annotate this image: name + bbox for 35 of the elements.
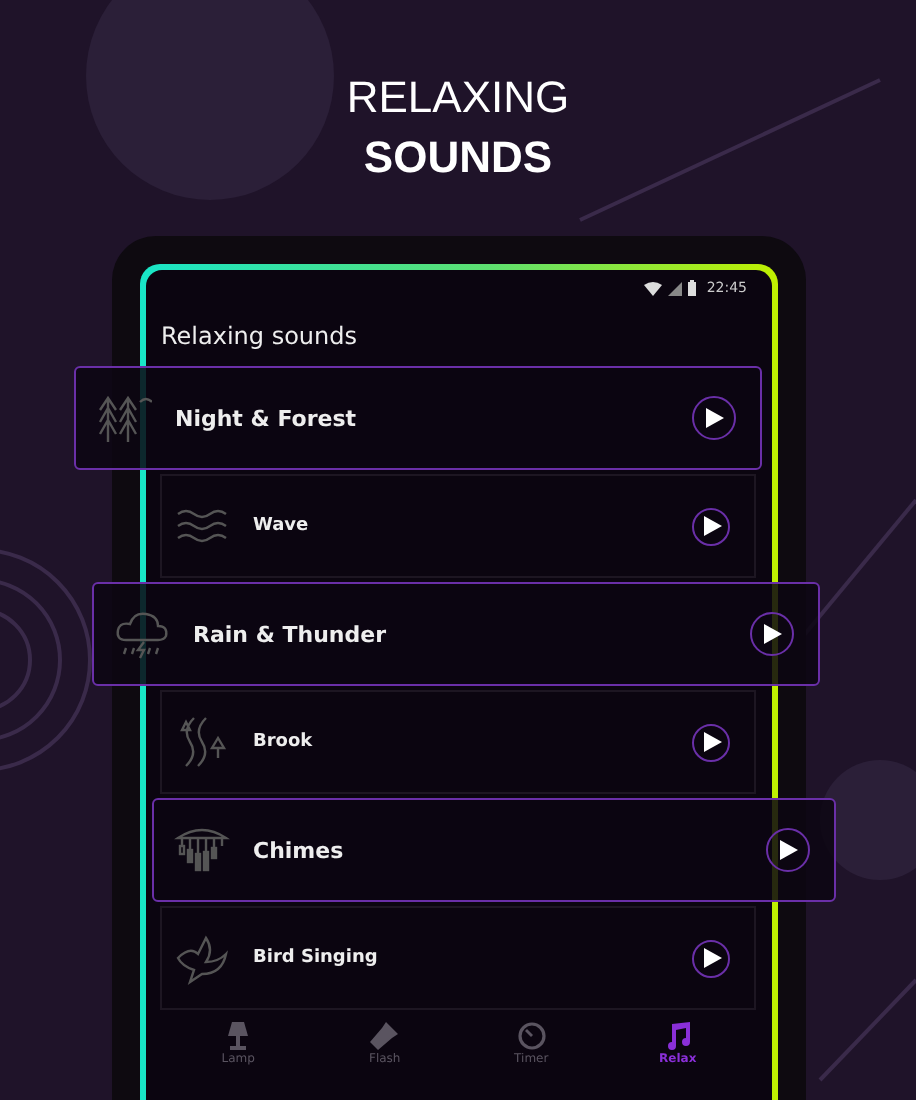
sound-card[interactable]: Wave [159, 474, 755, 578]
play-button[interactable] [749, 612, 793, 656]
sound-name: Chimes [253, 837, 346, 863]
sound-name: Night & Forest [175, 405, 359, 431]
play-button[interactable] [765, 828, 809, 872]
sound-name: Brook [253, 732, 315, 752]
sound-card[interactable]: Bird Singing [159, 906, 755, 1010]
screen-title: Relaxing sounds [159, 320, 360, 354]
bird-icon [173, 930, 229, 986]
play-icon [764, 624, 782, 644]
decor-line [818, 978, 916, 1082]
headline-text: SOUNDS [363, 130, 553, 186]
play-button[interactable] [691, 723, 729, 761]
play-button[interactable] [691, 396, 735, 440]
play-icon [706, 408, 724, 428]
play-icon [703, 948, 721, 968]
music-note-icon [663, 1022, 692, 1050]
signal-icon [668, 281, 683, 295]
sound-name: Wave [253, 516, 311, 536]
play-icon [703, 516, 721, 536]
play-button[interactable] [691, 939, 729, 977]
sound-card[interactable]: Chimes [151, 798, 835, 902]
sound-card[interactable]: Night & Forest [73, 366, 761, 470]
sound-name: Rain & Thunder [193, 621, 389, 647]
sound-card[interactable]: Rain & Thunder [91, 582, 819, 686]
wifi-icon [644, 281, 663, 295]
lamp-icon [224, 1022, 253, 1050]
sound-card[interactable]: Brook [159, 690, 755, 794]
timer-icon [517, 1022, 546, 1050]
battery-icon [688, 280, 697, 296]
headline-text: RELAXING [346, 70, 570, 126]
sound-name: Bird Singing [253, 948, 380, 968]
play-button[interactable] [691, 507, 729, 545]
flashlight-icon [370, 1022, 399, 1050]
play-icon [703, 732, 721, 752]
